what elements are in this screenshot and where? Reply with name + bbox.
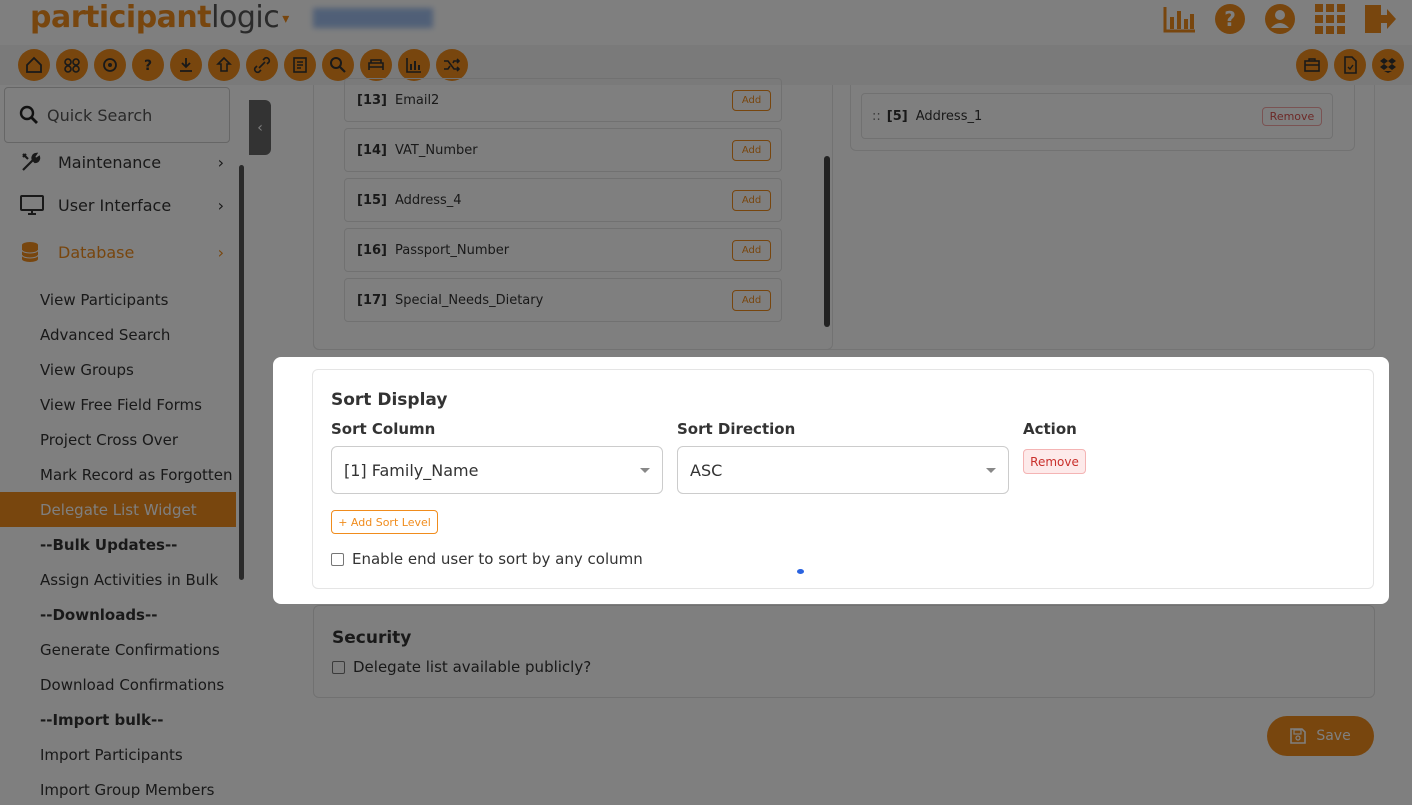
sort-direction-select[interactable]: ASC (677, 446, 1009, 494)
action-header: Action (1023, 420, 1077, 438)
loading-spinner-icon (797, 569, 804, 574)
chevron-down-icon (640, 468, 650, 473)
sort-column-value: [1] Family_Name (344, 460, 479, 480)
enable-sort-checkbox[interactable] (331, 552, 344, 566)
add-sort-level-button[interactable]: + Add Sort Level (331, 510, 438, 534)
sort-direction-header: Sort Direction (677, 420, 796, 438)
remove-sort-level-button[interactable]: Remove (1023, 449, 1086, 474)
sort-direction-value: ASC (690, 460, 723, 480)
sort-display-card: Sort Display Sort Column Sort Direction … (312, 369, 1374, 589)
sort-column-select[interactable]: [1] Family_Name (331, 446, 663, 494)
modal-title: Sort Display (331, 390, 448, 410)
sort-column-header: Sort Column (331, 420, 436, 438)
sort-display-modal: Sort Display Sort Column Sort Direction … (273, 357, 1389, 604)
chevron-down-icon (986, 468, 996, 473)
enable-sort-label: Enable end user to sort by any column (352, 550, 643, 568)
